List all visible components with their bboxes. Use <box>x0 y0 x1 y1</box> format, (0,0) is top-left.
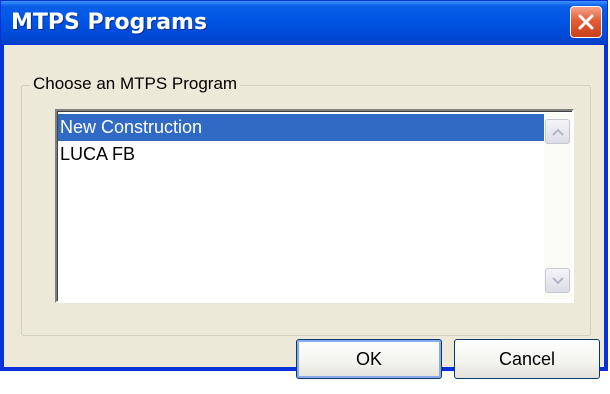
ok-button[interactable]: OK <box>296 339 442 379</box>
groupbox-legend: Choose an MTPS Program <box>30 74 241 94</box>
dialog-window: MTPS Programs Choose an MTPS Program New… <box>0 0 608 379</box>
close-icon <box>578 14 594 30</box>
list-item-luca-fb[interactable]: LUCA FB <box>58 141 544 168</box>
list-item-new-construction[interactable]: New Construction <box>58 114 544 141</box>
chevron-up-icon <box>551 128 564 136</box>
scroll-up-button[interactable] <box>545 119 570 144</box>
title-bar[interactable]: MTPS Programs <box>1 1 607 45</box>
chevron-down-icon <box>551 276 564 284</box>
close-button[interactable] <box>570 6 602 38</box>
program-listbox[interactable]: New Construction LUCA FB <box>55 109 574 303</box>
program-list: New Construction LUCA FB <box>58 114 544 168</box>
window-title: MTPS Programs <box>11 10 208 35</box>
scroll-down-button[interactable] <box>545 268 570 293</box>
cancel-button[interactable]: Cancel <box>454 339 600 379</box>
vertical-scrollbar[interactable] <box>544 113 571 299</box>
